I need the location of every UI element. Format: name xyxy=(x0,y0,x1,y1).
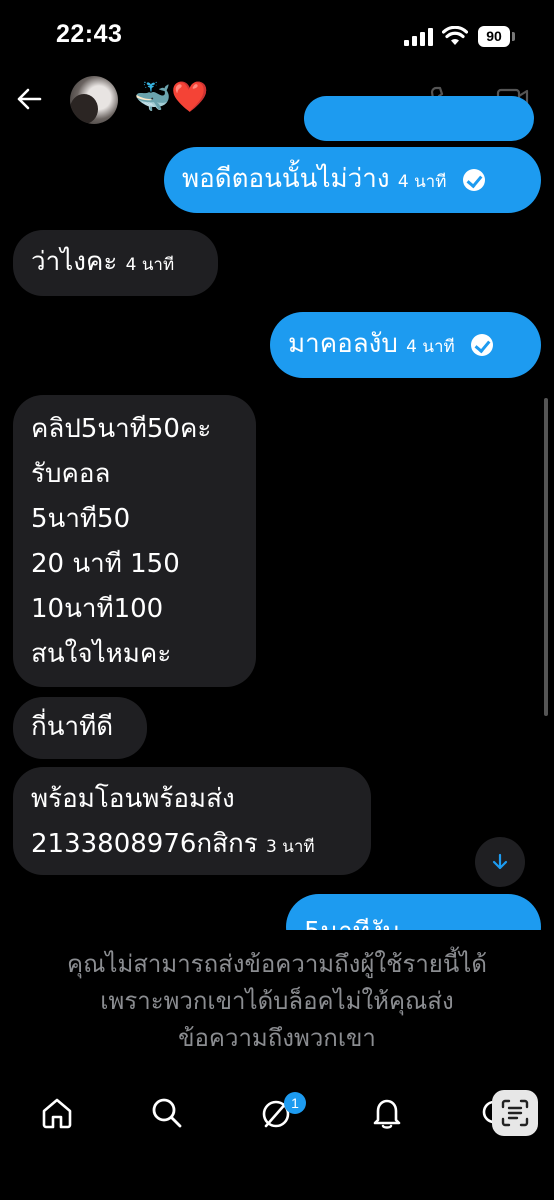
message-line: คลิป5นาที50คะ xyxy=(31,414,212,444)
blocked-notice: คุณไม่สามารถส่งข้อความถึงผู้ใช้รายนี้ได้… xyxy=(0,930,554,1070)
arrow-down-icon xyxy=(492,853,508,870)
message-line: 2133808976กสิกร 3 นาที xyxy=(31,822,353,867)
contact-name[interactable]: 🐳❤️ xyxy=(134,78,209,118)
message-bubble-received[interactable]: คลิป5นาที50คะ รับคอล 5นาที50 20 นาที 150… xyxy=(13,395,256,687)
message-text: ว่าไงคะ xyxy=(31,247,118,277)
read-receipt-icon xyxy=(471,334,494,356)
message-bubble-received[interactable]: กี่นาทีดี xyxy=(13,697,147,759)
message-bubble-partial[interactable] xyxy=(304,96,534,141)
cellular-signal-icon xyxy=(404,28,433,46)
messages-badge: 1 xyxy=(284,1092,306,1114)
message-line: 10นาที100 xyxy=(31,594,164,624)
read-receipt-icon xyxy=(462,169,485,191)
message-bubble-received[interactable]: ว่าไงคะ 4 นาที xyxy=(13,230,218,296)
message-line: พร้อมโอนพร้อมส่ง xyxy=(31,784,235,814)
message-line: รับคอล xyxy=(31,459,111,489)
message-text: พอดีตอนนั้นไม่ว่าง xyxy=(182,164,390,194)
back-arrow-icon[interactable] xyxy=(14,84,44,114)
scrollbar[interactable] xyxy=(544,398,548,716)
message-bubble-sent[interactable]: พอดีตอนนั้นไม่ว่าง 4 นาที xyxy=(164,147,541,213)
battery-indicator: 90 xyxy=(478,26,510,47)
message-timestamp: 3 นาที xyxy=(266,837,315,857)
message-line: สนใจไหมคะ xyxy=(31,639,172,669)
message-text: กี่นาทีดี xyxy=(31,712,114,742)
message-bubble-received[interactable]: พร้อมโอนพร้อมส่ง 2133808976กสิกร 3 นาที xyxy=(13,767,371,875)
wifi-icon xyxy=(442,26,468,45)
status-bar: 22:43 90 xyxy=(0,0,554,70)
avatar[interactable] xyxy=(70,76,118,124)
message-text: 2133808976กสิกร xyxy=(31,829,258,859)
bell-icon[interactable] xyxy=(370,1096,404,1130)
blocked-notice-text: คุณไม่สามารถส่งข้อความถึงผู้ใช้รายนี้ได้… xyxy=(67,950,487,1052)
scroll-to-bottom-button[interactable] xyxy=(475,837,525,887)
battery-tip xyxy=(512,32,515,41)
message-bubble-sent[interactable]: มาคอลงับ 4 นาที xyxy=(270,312,541,378)
message-line: 5นาที50 xyxy=(31,504,131,534)
status-time: 22:43 xyxy=(56,20,123,48)
bottom-navigation: 1 xyxy=(0,1080,554,1200)
search-icon[interactable] xyxy=(150,1096,184,1130)
scan-icon xyxy=(501,1099,529,1127)
message-timestamp: 4 นาที xyxy=(397,172,447,192)
message-line: 20 นาที 150 xyxy=(31,549,180,579)
home-icon[interactable] xyxy=(40,1096,74,1130)
scan-button[interactable] xyxy=(492,1090,538,1136)
message-timestamp: 4 นาที xyxy=(125,255,175,275)
message-text: มาคอลงับ xyxy=(288,329,398,359)
message-timestamp: 4 นาที xyxy=(406,337,455,357)
